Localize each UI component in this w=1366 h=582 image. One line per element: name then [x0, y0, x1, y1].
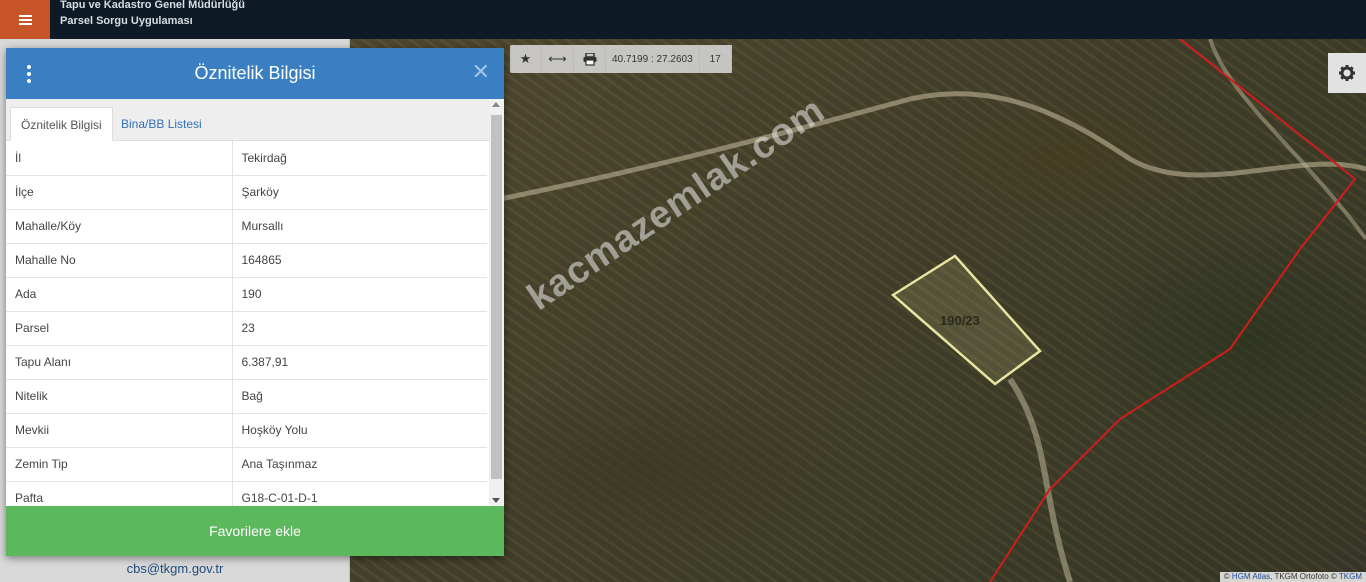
top-bar: Tapu ve Kadastro Genel Müdürlüğü Parsel … [0, 0, 1366, 39]
attribute-panel: Öznitelik Bilgisi ✕ Öznitelik Bilgisi Bi… [6, 48, 504, 556]
horizontal-arrows-icon: ⟷ [548, 51, 567, 66]
hamburger-icon [18, 14, 32, 25]
row-key: Mahalle No [6, 243, 233, 278]
zoom-level-readout: 17 [700, 45, 732, 73]
map-toolbar: ★ ⟷ 40.7199 : 27.2603 17 [510, 45, 732, 73]
row-key: Tapu Alanı [6, 345, 233, 380]
row-key: Mevkii [6, 413, 233, 448]
attribution-middle: , TKGM Ortofoto © [1270, 572, 1339, 581]
star-icon: ★ [519, 51, 532, 66]
tab-bar: Öznitelik Bilgisi Bina/BB Listesi [6, 99, 504, 141]
panel-body[interactable]: Öznitelik Bilgisi Bina/BB Listesi İl Teki… [6, 99, 504, 506]
app-title-line2: Parsel Sorgu Uygulaması [60, 15, 193, 27]
row-value: Tekirdağ [232, 141, 487, 176]
favorite-star-button[interactable]: ★ [510, 45, 542, 73]
table-row: Mahalle No 164865 [6, 243, 487, 278]
road [499, 91, 1366, 202]
measure-distance-button[interactable]: ⟷ [542, 45, 574, 73]
app-title-line1: Tapu ve Kadastro Genel Müdürlüğü [60, 0, 245, 11]
table-row: İlçe Şarköy [6, 175, 487, 210]
coordinate-readout: 40.7199 : 27.2603 [606, 45, 700, 73]
row-key: İl [6, 141, 233, 176]
scrollbar-thumb[interactable] [491, 115, 502, 479]
table-row: Zemin Tip Ana Taşınmaz [6, 447, 487, 482]
road [1007, 377, 1073, 582]
panel-header: Öznitelik Bilgisi ✕ [6, 48, 504, 99]
row-key: Mahalle/Köy [6, 209, 233, 244]
table-row: Nitelik Bağ [6, 379, 487, 414]
printer-icon [583, 52, 596, 66]
tab-attribute-info[interactable]: Öznitelik Bilgisi [10, 107, 113, 141]
table-row: Mahalle/Köy Mursallı [6, 209, 487, 244]
row-value: Ana Taşınmaz [232, 447, 487, 482]
tab-building-list[interactable]: Bina/BB Listesi [111, 107, 212, 141]
table-row: Ada 190 [6, 277, 487, 312]
settings-button[interactable] [1328, 53, 1366, 93]
row-value: G18-C-01-D-1 [232, 481, 487, 506]
add-to-favorites-button[interactable]: Favorilere ekle [6, 506, 504, 556]
row-key: Pafta [6, 481, 233, 506]
row-key: Nitelik [6, 379, 233, 414]
row-value: 190 [232, 277, 487, 312]
panel-title: Öznitelik Bilgisi [194, 63, 316, 83]
attribution-link-hgm[interactable]: HGM Atlas [1232, 572, 1270, 581]
table-row: Tapu Alanı 6.387,91 [6, 345, 487, 380]
table-row: Pafta G18-C-01-D-1 [6, 481, 487, 506]
gear-icon [1339, 65, 1355, 81]
scroll-up-arrow-icon[interactable] [492, 102, 500, 107]
table-row: Parsel 23 [6, 311, 487, 346]
hamburger-menu-button[interactable] [0, 0, 50, 39]
row-value: Mursallı [232, 209, 487, 244]
panel-scrollbar[interactable] [489, 99, 504, 506]
contact-email-link[interactable]: cbs@tkgm.gov.tr [0, 561, 350, 576]
attribution-link-tkgm[interactable]: TKGM [1339, 572, 1362, 581]
row-value: 6.387,91 [232, 345, 487, 380]
row-key: Parsel [6, 311, 233, 346]
attribution-prefix: © [1223, 572, 1232, 581]
close-icon[interactable]: ✕ [472, 61, 490, 83]
row-value: Bağ [232, 379, 487, 414]
app-title: Tapu ve Kadastro Genel Müdürlüğü Parsel … [60, 0, 245, 29]
row-value: 164865 [232, 243, 487, 278]
row-value: Şarköy [232, 175, 487, 210]
table-row: Mevkii Hoşköy Yolu [6, 413, 487, 448]
row-value: 23 [232, 311, 487, 346]
row-key: Ada [6, 277, 233, 312]
print-button[interactable] [574, 45, 606, 73]
boundary-line [989, 39, 1357, 582]
attribute-table: İl Tekirdağ İlçe Şarköy Mahalle/Köy Mursall… [6, 141, 487, 506]
parcel-label: 190/23 [940, 313, 980, 328]
row-key: Zemin Tip [6, 447, 233, 482]
row-key: İlçe [6, 175, 233, 210]
row-value: Hoşköy Yolu [232, 413, 487, 448]
map-attribution: © HGM Atlas, TKGM Ortofoto © TKGM [1219, 572, 1366, 582]
table-row: İl Tekirdağ [6, 141, 487, 176]
scroll-down-arrow-icon[interactable] [492, 498, 500, 503]
